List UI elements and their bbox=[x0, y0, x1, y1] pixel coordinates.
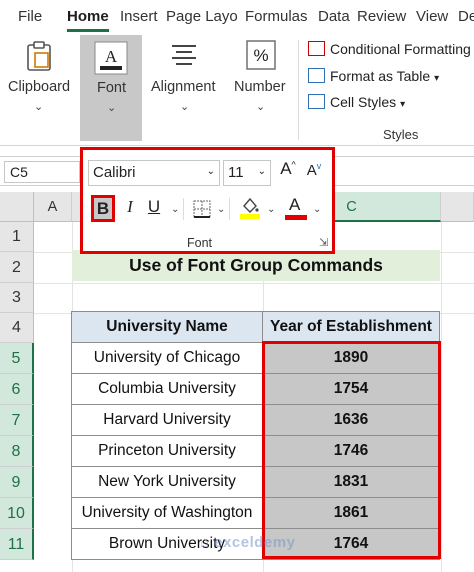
format-as-table-icon bbox=[308, 68, 325, 83]
chevron-down-icon[interactable]: ⌄ bbox=[313, 204, 321, 215]
row-header-10[interactable]: 10 bbox=[0, 498, 34, 529]
font-color-button[interactable]: A bbox=[285, 194, 307, 222]
alignment-label: Alignment bbox=[151, 79, 216, 95]
font-group-popup: Calibri ⌄ 11 ⌄ A^ Av B I U ⌄ ⌄ ⌄ A ⌄ Fon… bbox=[80, 147, 335, 254]
underline-button[interactable]: U bbox=[145, 197, 163, 217]
cell-university-name[interactable]: University of Chicago bbox=[71, 342, 263, 374]
cell-university-name[interactable]: University of Washington bbox=[71, 497, 263, 529]
chevron-down-icon: ▾ bbox=[434, 73, 440, 84]
tab-file[interactable]: File bbox=[18, 8, 42, 25]
tab-developer[interactable]: De bbox=[458, 8, 474, 25]
svg-text:A: A bbox=[105, 47, 118, 66]
fill-color-icon[interactable] bbox=[239, 196, 261, 220]
row-header-5[interactable]: 5 bbox=[0, 343, 34, 374]
watermark-logo: ⌂ exceldemy bbox=[200, 534, 296, 551]
bold-button[interactable]: B bbox=[91, 195, 115, 222]
group-divider bbox=[229, 198, 230, 220]
decrease-font-size-button[interactable]: Av bbox=[303, 161, 325, 179]
cell-university-name[interactable]: Princeton University bbox=[71, 435, 263, 467]
font-color-swatch bbox=[285, 215, 307, 220]
row-header-8[interactable]: 8 bbox=[0, 436, 34, 467]
chevron-down-icon[interactable]: ⌄ bbox=[217, 204, 225, 215]
font-name-dropdown[interactable]: Calibri ⌄ bbox=[88, 160, 220, 186]
font-name-value: Calibri bbox=[93, 164, 136, 181]
tab-view[interactable]: View bbox=[416, 8, 448, 25]
gridline bbox=[441, 222, 442, 572]
font-color-letter: A bbox=[289, 195, 301, 214]
format-as-table-label: Format as Table bbox=[330, 68, 431, 84]
number-label: Number bbox=[234, 79, 286, 95]
dialog-launcher-icon[interactable]: ⇲ bbox=[319, 236, 328, 249]
chevron-down-icon: ⌄ bbox=[256, 101, 266, 113]
row-header-3[interactable]: 3 bbox=[0, 283, 34, 313]
tab-home[interactable]: Home bbox=[67, 8, 109, 25]
chevron-down-icon: ⌄ bbox=[206, 166, 215, 177]
ribbon: Clipboard ⌄ A Font ⌄ Alignment ⌄ % Numbe… bbox=[0, 34, 474, 146]
cell-university-name[interactable]: Harvard University bbox=[71, 404, 263, 436]
chevron-down-icon: ⌄ bbox=[257, 166, 266, 177]
conditional-formatting-button[interactable]: Conditional Formatting bbox=[308, 41, 471, 57]
tab-review[interactable]: Review bbox=[357, 8, 406, 25]
italic-button[interactable]: I bbox=[121, 197, 139, 217]
column-header-d[interactable] bbox=[441, 192, 474, 222]
cell-styles-button[interactable]: Cell Styles ▾ bbox=[308, 94, 405, 110]
row-header-6[interactable]: 6 bbox=[0, 374, 34, 405]
gridline bbox=[34, 283, 474, 284]
name-box[interactable]: C5 bbox=[4, 161, 80, 183]
row-header-4[interactable]: 4 bbox=[0, 313, 34, 343]
borders-icon[interactable] bbox=[193, 200, 211, 218]
row-header-1[interactable]: 1 bbox=[0, 222, 34, 252]
row-header-7[interactable]: 7 bbox=[0, 405, 34, 436]
header-university-name[interactable]: University Name bbox=[71, 311, 263, 343]
active-tab-indicator bbox=[67, 29, 109, 32]
clipboard-icon bbox=[27, 41, 51, 71]
font-group-button[interactable]: A Font ⌄ bbox=[80, 35, 142, 141]
font-size-value: 11 bbox=[228, 164, 244, 181]
format-as-table-button[interactable]: Format as Table ▾ bbox=[308, 68, 439, 84]
header-year-of-establishment[interactable]: Year of Establishment bbox=[262, 311, 440, 343]
cell-styles-label: Cell Styles bbox=[330, 94, 397, 110]
chevron-down-icon: ▾ bbox=[400, 99, 406, 110]
chevron-down-icon: ⌄ bbox=[34, 101, 44, 113]
cell-university-name[interactable]: Columbia University bbox=[71, 373, 263, 405]
chevron-down-icon: ⌄ bbox=[107, 102, 117, 114]
table-header-row: University Name Year of Establishment bbox=[71, 311, 440, 343]
row-header-9[interactable]: 9 bbox=[0, 467, 34, 498]
alignment-button[interactable]: Alignment ⌄ bbox=[146, 34, 224, 142]
watermark-text: exceldemy bbox=[214, 534, 296, 551]
conditional-formatting-icon bbox=[308, 41, 325, 56]
tab-data[interactable]: Data bbox=[318, 8, 350, 25]
selection-highlight-box bbox=[262, 341, 441, 559]
row-header-2[interactable]: 2 bbox=[0, 252, 34, 283]
select-all-corner[interactable] bbox=[0, 192, 34, 222]
svg-text:%: % bbox=[253, 46, 268, 65]
increase-font-size-button[interactable]: A^ bbox=[277, 159, 299, 179]
clipboard-label: Clipboard bbox=[8, 79, 71, 95]
alignment-icon bbox=[172, 45, 196, 65]
cell-university-name[interactable]: New York University bbox=[71, 466, 263, 498]
tab-page-layout[interactable]: Page Layou bbox=[166, 8, 238, 25]
group-divider bbox=[298, 40, 299, 140]
column-header-a[interactable]: A bbox=[34, 192, 72, 222]
ribbon-tab-bar: File Home Insert Page Layou Formulas Dat… bbox=[0, 0, 474, 34]
sheet-title-cell[interactable]: Use of Font Group Commands bbox=[72, 250, 440, 281]
clipboard-button[interactable]: Clipboard ⌄ bbox=[0, 34, 78, 142]
tab-formulas[interactable]: Formulas bbox=[245, 8, 308, 25]
chevron-down-icon[interactable]: ⌄ bbox=[171, 204, 179, 215]
cell-styles-icon bbox=[308, 94, 325, 109]
conditional-formatting-label: Conditional Formatting bbox=[330, 41, 471, 57]
font-label: Font bbox=[97, 80, 127, 96]
number-button[interactable]: % Number ⌄ bbox=[228, 34, 294, 142]
percent-icon: % bbox=[246, 40, 276, 70]
styles-group-label: Styles bbox=[383, 127, 419, 142]
font-size-dropdown[interactable]: 11 ⌄ bbox=[223, 160, 271, 186]
tab-insert[interactable]: Insert bbox=[120, 8, 158, 25]
font-group-label: Font bbox=[187, 236, 213, 250]
chevron-down-icon[interactable]: ⌄ bbox=[267, 204, 275, 215]
row-header-11[interactable]: 11 bbox=[0, 529, 34, 560]
font-icon: A bbox=[94, 41, 128, 75]
chevron-down-icon: ⌄ bbox=[180, 101, 190, 113]
group-divider bbox=[183, 198, 184, 220]
